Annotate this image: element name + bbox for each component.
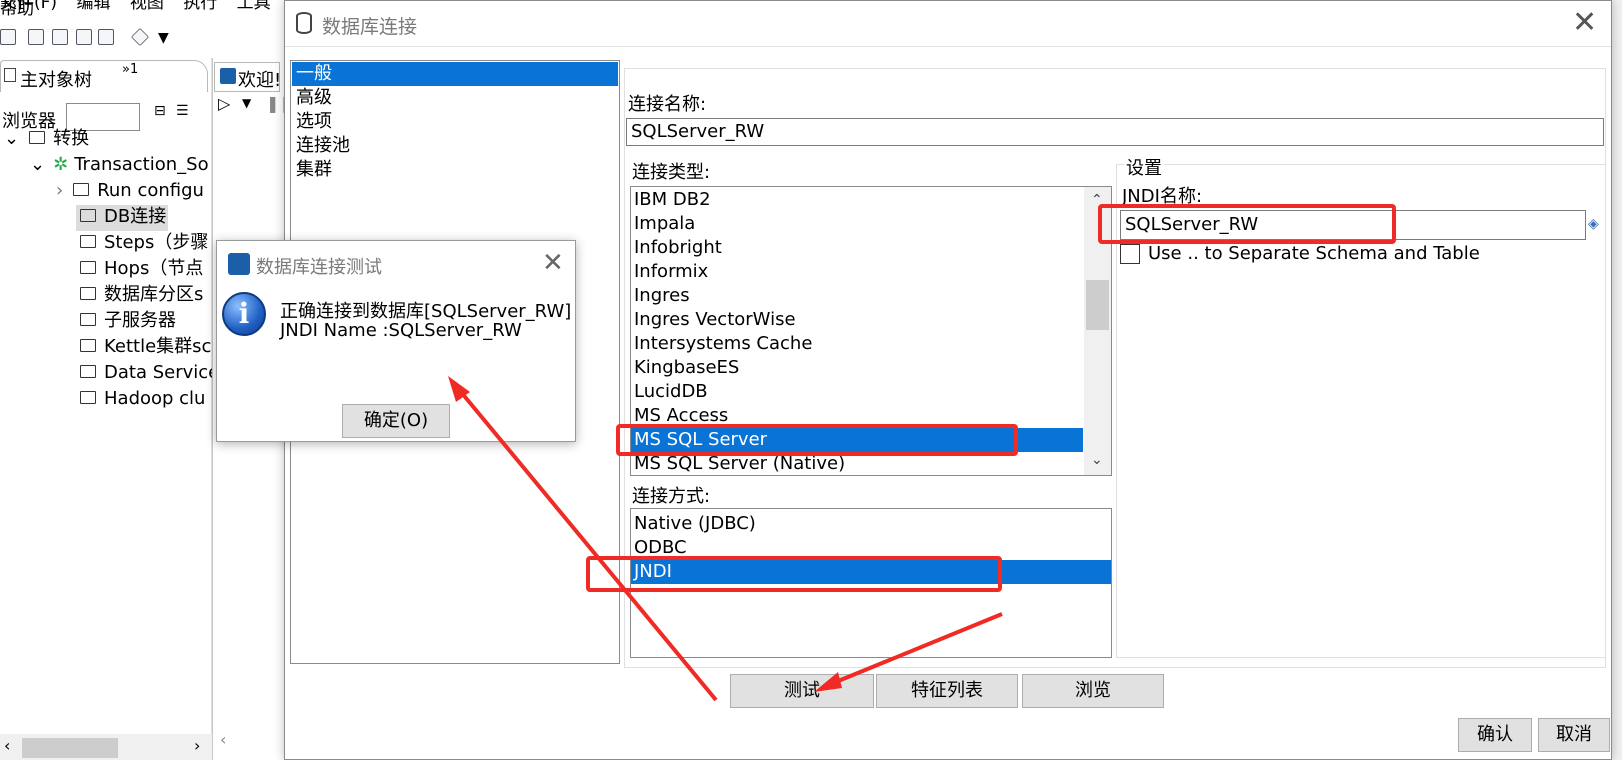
arrow-to-test-button	[825, 612, 1003, 688]
arrowhead-icon	[814, 672, 842, 692]
arrow-to-test-dialog	[454, 384, 718, 702]
annotation-arrows	[448, 376, 1003, 702]
